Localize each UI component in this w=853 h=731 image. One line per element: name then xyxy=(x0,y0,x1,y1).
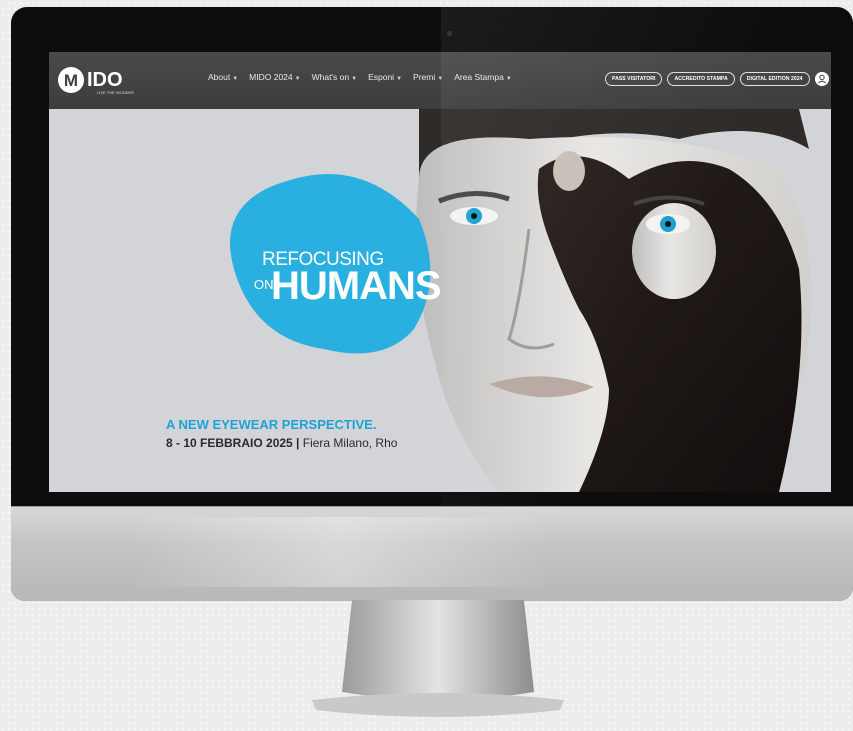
hero-headline-main: HUMANS xyxy=(271,264,442,308)
digital-edition-button[interactable]: DIGITAL EDITION 2024 xyxy=(739,72,810,86)
chevron-down-icon: ▼ xyxy=(351,76,358,82)
logo-letter: M xyxy=(64,71,78,90)
menu-item-area-stampa[interactable]: Area Stampa ▼ xyxy=(454,72,512,82)
screen: M IDO LIVE THE WONDER About ▼ MIDO 2024 ▼ … xyxy=(49,52,831,492)
chevron-down-icon: ▼ xyxy=(505,76,512,82)
menu-item-about[interactable]: About ▼ xyxy=(208,72,238,82)
chevron-down-icon: ▼ xyxy=(437,76,444,82)
hero-banner: REFOCUSING ON HUMANS A NEW EYEWEAR PERSP… xyxy=(49,109,831,492)
nav-bar: M IDO LIVE THE WONDER About ▼ MIDO 2024 ▼ … xyxy=(49,52,831,109)
user-icon[interactable] xyxy=(815,72,829,86)
chevron-down-icon: ▼ xyxy=(294,76,301,82)
mido-logo-mark: M xyxy=(58,67,84,93)
camera-dot xyxy=(447,31,452,36)
mido-logo[interactable]: M IDO LIVE THE WONDER xyxy=(57,66,134,95)
menu-item-mido-2024[interactable]: MIDO 2024 ▼ xyxy=(249,72,300,82)
logo-word: IDO xyxy=(87,68,123,91)
menu-item-whats-on[interactable]: What's on ▼ xyxy=(312,72,357,82)
main-menu: About ▼ MIDO 2024 ▼ What's on ▼ Esponi ▼ Pre… xyxy=(208,72,512,82)
monitor-stand xyxy=(312,600,564,717)
event-dates: 8 - 10 FEBBRAIO 2025 | Fiera Milano, Rho xyxy=(166,436,397,450)
pass-visitatori-button[interactable]: PASS VISITATORI xyxy=(605,72,663,86)
logo-tagline: LIVE THE WONDER xyxy=(97,90,135,95)
monitor-chin xyxy=(11,506,853,601)
accredito-stampa-button[interactable]: ACCREDITO STAMPA xyxy=(667,72,735,86)
hero-portrait-image xyxy=(416,109,811,492)
chevron-down-icon: ▼ xyxy=(232,76,239,82)
monitor: M IDO LIVE THE WONDER About ▼ MIDO 2024 ▼ … xyxy=(11,7,853,601)
event-dates-bold: 8 - 10 FEBBRAIO 2025 | xyxy=(166,436,300,450)
hero-tagline: A NEW EYEWEAR PERSPECTIVE. xyxy=(166,417,377,432)
menu-item-esponi[interactable]: Esponi ▼ xyxy=(368,72,402,82)
header-buttons: PASS VISITATORI ACCREDITO STAMPA DIGITAL… xyxy=(605,72,810,86)
menu-item-premi[interactable]: Premi ▼ xyxy=(413,72,443,82)
chevron-down-icon: ▼ xyxy=(396,76,403,82)
event-venue: Fiera Milano, Rho xyxy=(299,436,398,450)
